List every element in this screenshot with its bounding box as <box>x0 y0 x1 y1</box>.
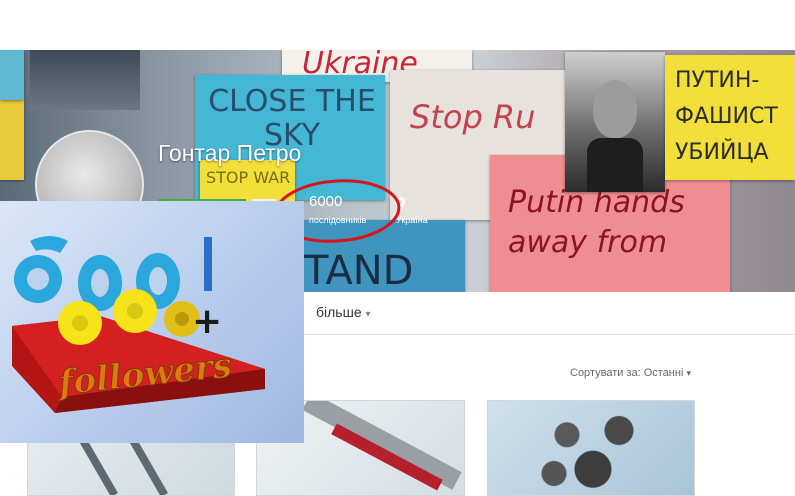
tab-more-label: більше <box>316 304 362 320</box>
tab-more[interactable]: більше ▾ <box>316 304 371 320</box>
badge-plus: + <box>192 301 222 342</box>
followers-badge-image: + followers <box>0 201 304 443</box>
model-card-3[interactable] <box>487 400 695 496</box>
card-thumbnail <box>528 409 658 495</box>
followers-badge-graphic: + followers <box>12 236 265 413</box>
chevron-down-icon: ▾ <box>686 368 691 378</box>
sort-dropdown[interactable]: Сортувати за: Останні ▾ <box>570 367 691 379</box>
sort-label: Сортувати за: Останні <box>570 367 684 379</box>
chevron-down-icon: ▾ <box>365 309 371 320</box>
tabs-divider <box>300 334 795 335</box>
